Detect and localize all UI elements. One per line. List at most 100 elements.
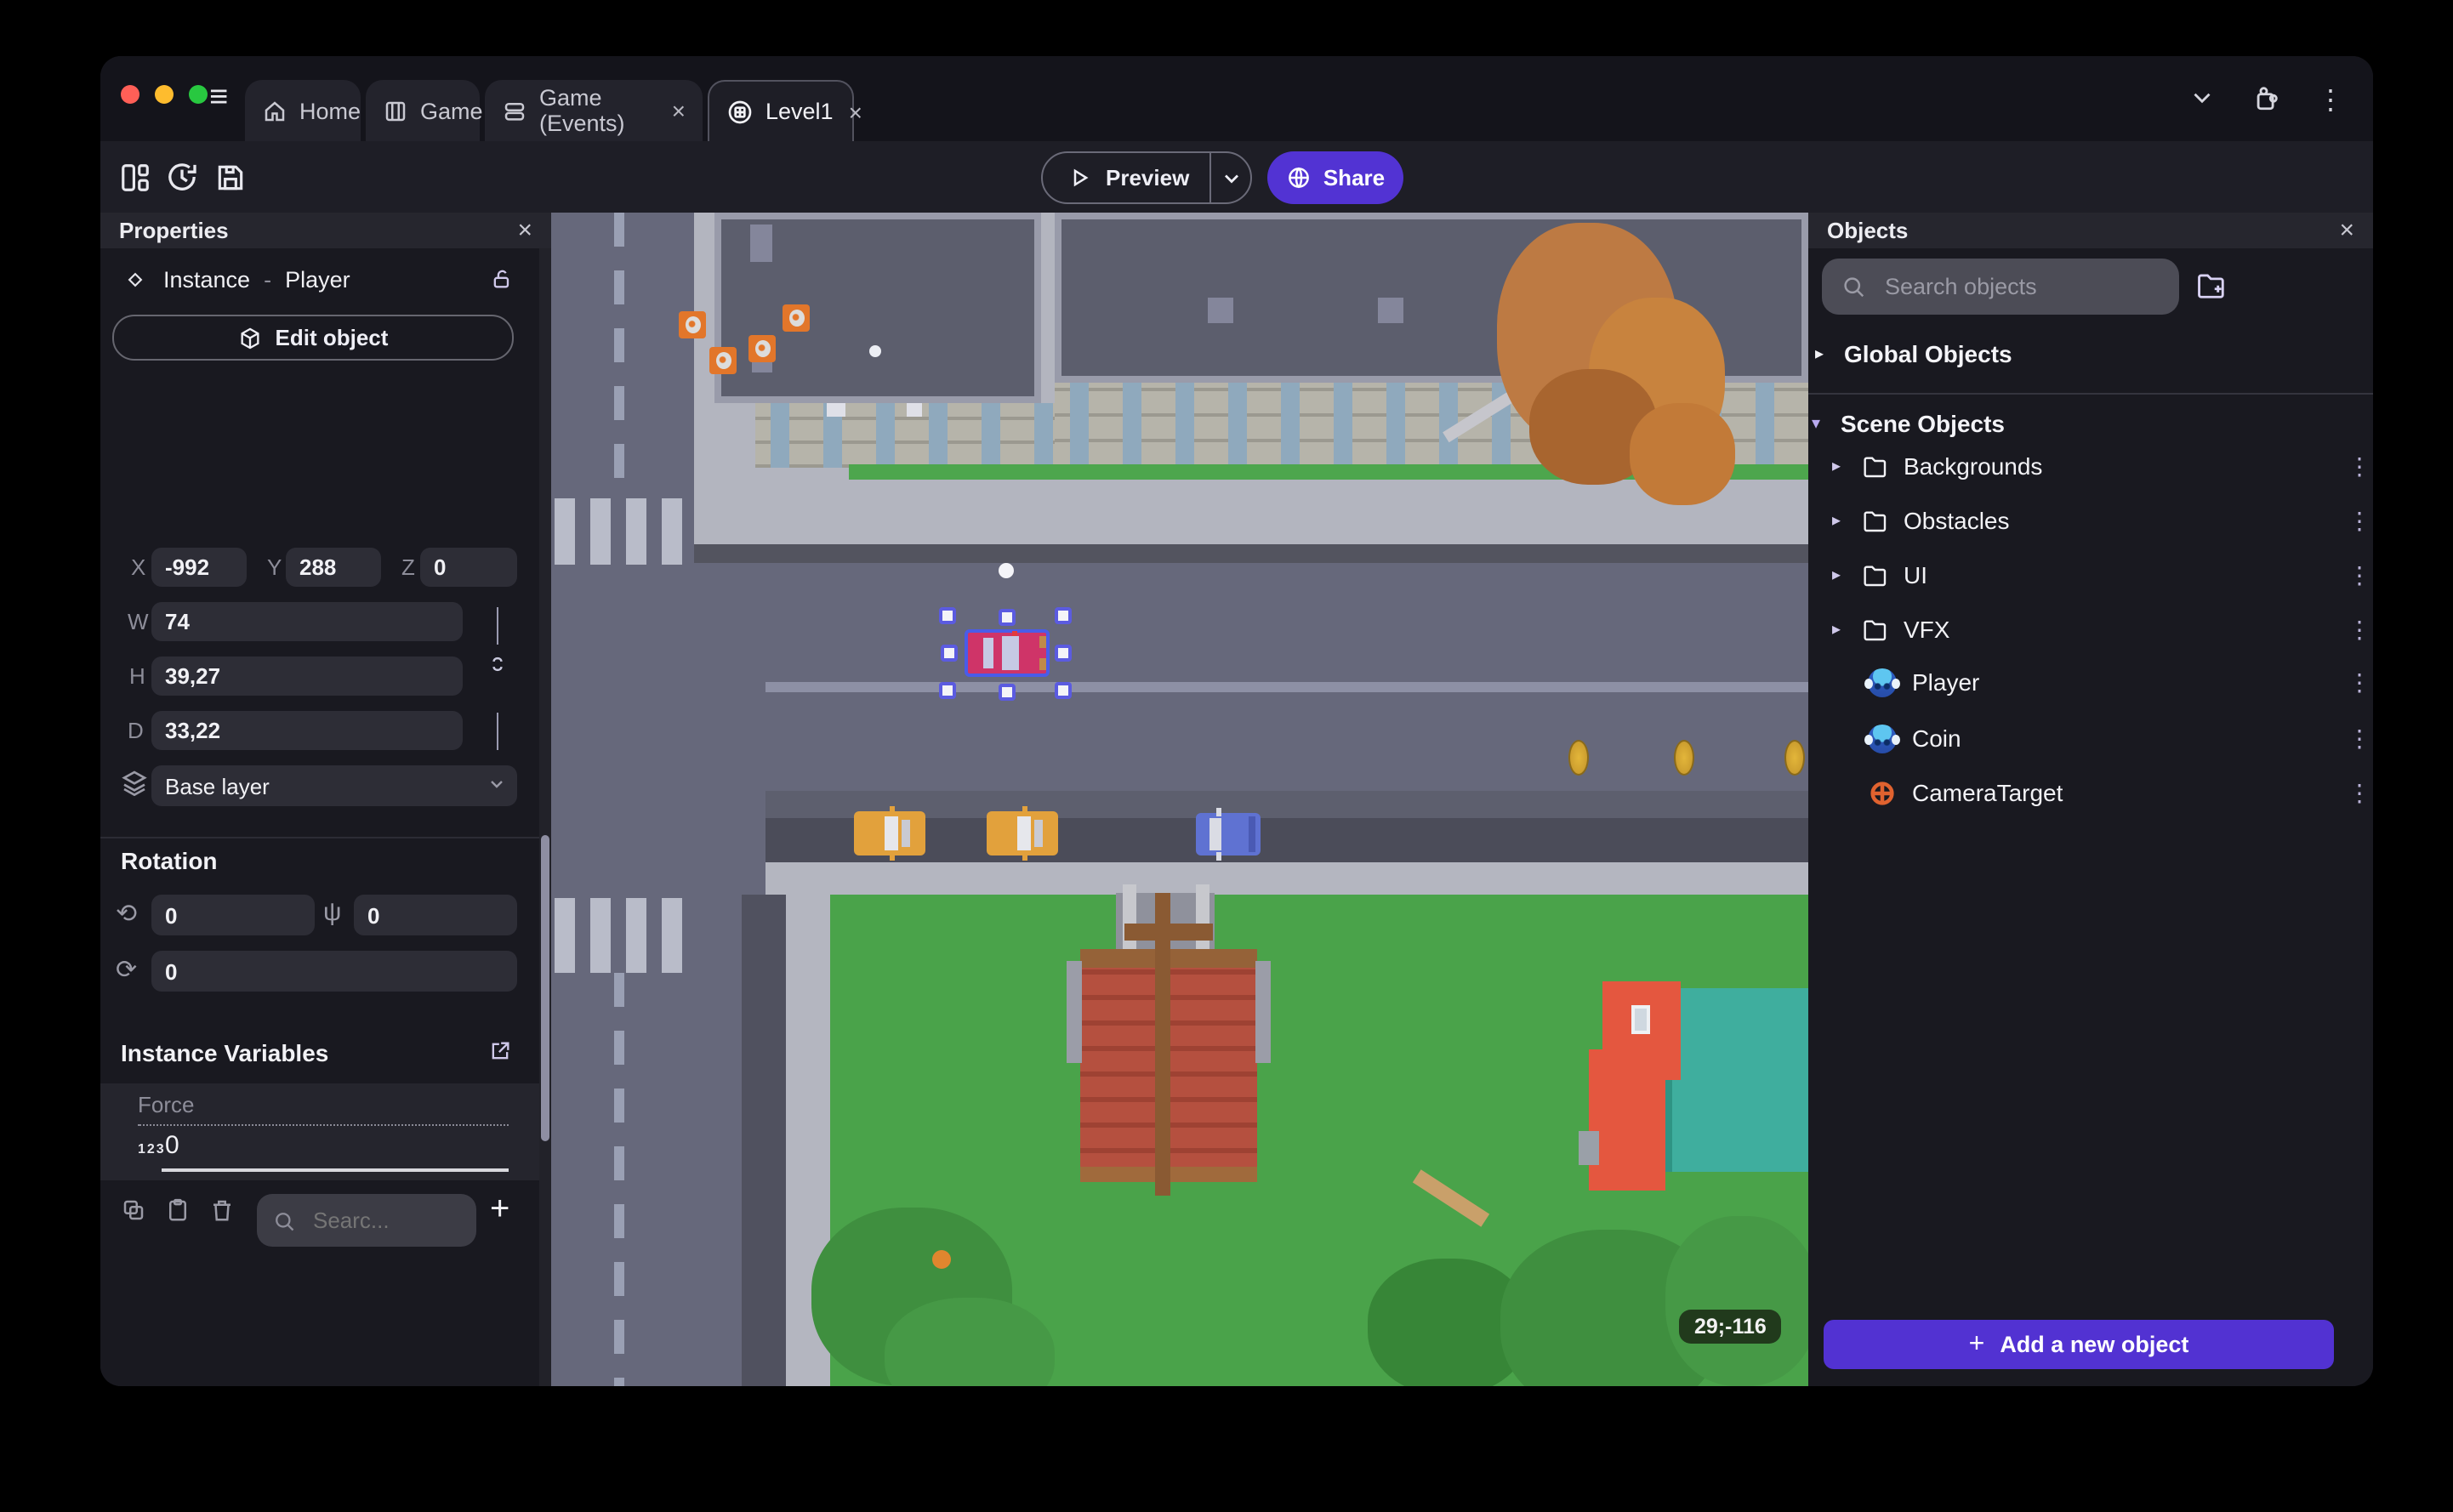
crate-obstacle[interactable] xyxy=(679,311,706,338)
add-new-object-button[interactable]: + Add a new object xyxy=(1824,1320,2334,1369)
green-tree[interactable] xyxy=(806,1199,1061,1386)
yellow-car[interactable] xyxy=(987,806,1058,861)
caret-right-icon[interactable]: ▸ xyxy=(1832,511,1846,530)
share-button[interactable]: Share xyxy=(1267,151,1403,204)
coin[interactable] xyxy=(1674,740,1694,776)
preview-options-chevron-icon[interactable] xyxy=(1211,166,1250,190)
tab-home[interactable]: Home xyxy=(245,80,361,141)
close-icon[interactable]: × xyxy=(517,216,532,245)
macos-minimize-light[interactable] xyxy=(155,85,174,104)
objects-search-input[interactable] xyxy=(1881,272,2143,301)
add-folder-icon[interactable] xyxy=(2194,269,2227,301)
resize-handle[interactable] xyxy=(1055,682,1072,699)
w-input[interactable] xyxy=(151,602,463,641)
caret-down-icon[interactable]: ▾ xyxy=(1812,414,1825,433)
project-manager-icon[interactable] xyxy=(116,158,153,196)
external-link-icon[interactable] xyxy=(488,1039,512,1063)
kebab-menu-icon[interactable]: ⋮ xyxy=(2348,560,2371,589)
rotate-handle[interactable] xyxy=(999,563,1014,578)
kebab-menu-icon[interactable]: ⋮ xyxy=(2317,83,2344,117)
edit-object-button[interactable]: Edit object xyxy=(112,315,514,361)
scene-editor-canvas[interactable]: 29;-116 xyxy=(551,213,1808,1386)
y-input[interactable] xyxy=(286,548,381,587)
variables-search-input[interactable] xyxy=(310,1206,452,1235)
chevron-down-icon[interactable] xyxy=(2188,83,2217,112)
macos-close-light[interactable] xyxy=(121,85,139,104)
lock-open-icon[interactable] xyxy=(490,267,514,291)
folder-row-obstacles[interactable]: ▸ Obstacles ⋮ xyxy=(1832,503,2371,537)
autumn-tree[interactable] xyxy=(1436,213,1742,519)
history-icon[interactable] xyxy=(163,158,201,196)
kebab-menu-icon[interactable]: ⋮ xyxy=(2348,724,2371,753)
properties-scrollbar[interactable] xyxy=(539,248,551,1386)
variable-value[interactable]: 0 xyxy=(165,1131,179,1160)
green-tree[interactable] xyxy=(1351,1165,1808,1386)
d-label: D xyxy=(128,718,144,743)
tab-close-icon[interactable]: × xyxy=(849,98,862,125)
blue-car[interactable] xyxy=(1196,808,1261,861)
crate-obstacle[interactable] xyxy=(783,304,810,332)
object-row-player[interactable]: Player ⋮ xyxy=(1864,665,2371,699)
global-objects-group[interactable]: ▸ Global Objects xyxy=(1815,337,2366,371)
house-building[interactable] xyxy=(1579,981,1808,1191)
tab-game-events[interactable]: Game (Events) × xyxy=(485,80,703,141)
coin[interactable] xyxy=(1568,740,1589,776)
extensions-puzzle-icon[interactable] xyxy=(2252,83,2281,112)
crate-obstacle[interactable] xyxy=(748,335,776,362)
preview-button[interactable]: Preview xyxy=(1041,151,1252,204)
objects-search[interactable] xyxy=(1822,259,2179,315)
resize-handle[interactable] xyxy=(941,645,958,662)
variable-row[interactable]: Force 123 0 xyxy=(100,1083,551,1180)
resize-handle[interactable] xyxy=(939,607,956,624)
folder-row-vfx[interactable]: ▸ VFX ⋮ xyxy=(1832,612,2371,646)
z-input[interactable] xyxy=(420,548,517,587)
kebab-menu-icon[interactable]: ⋮ xyxy=(2348,778,2371,807)
coin[interactable] xyxy=(1784,740,1805,776)
link-dimensions-icon[interactable] xyxy=(485,651,510,677)
copy-icon[interactable] xyxy=(121,1197,146,1223)
church-building[interactable] xyxy=(1067,884,1271,1204)
tab-game[interactable]: Game × xyxy=(366,80,512,141)
resize-handle[interactable] xyxy=(1055,607,1072,624)
caret-right-icon[interactable]: ▸ xyxy=(1832,620,1846,639)
tab-level1[interactable]: Level1 × xyxy=(708,80,862,141)
crate-obstacle[interactable] xyxy=(709,347,737,374)
rotation-y-input[interactable] xyxy=(354,895,517,935)
x-input[interactable] xyxy=(151,548,247,587)
add-variable-button[interactable]: + xyxy=(490,1191,509,1230)
layer-select[interactable]: Base layer xyxy=(151,765,517,806)
folder-row-backgrounds[interactable]: ▸ Backgrounds ⋮ xyxy=(1832,449,2371,483)
yellow-car[interactable] xyxy=(854,806,925,861)
building-roof[interactable] xyxy=(714,213,1041,403)
delete-variable-trash-icon[interactable] xyxy=(209,1197,235,1223)
variable-name[interactable]: Force xyxy=(138,1092,194,1117)
selected-player-car[interactable] xyxy=(965,629,1050,677)
caret-right-icon[interactable]: ▸ xyxy=(1815,344,1829,363)
close-icon[interactable]: × xyxy=(2339,216,2354,245)
paste-clipboard-icon[interactable] xyxy=(165,1197,191,1223)
tab-close-icon[interactable]: × xyxy=(672,97,686,124)
variables-search[interactable] xyxy=(257,1194,476,1247)
scrollbar-thumb[interactable] xyxy=(541,835,549,1141)
kebab-menu-icon[interactable]: ⋮ xyxy=(2348,452,2371,480)
resize-handle[interactable] xyxy=(1055,645,1072,662)
save-icon[interactable] xyxy=(211,158,248,196)
resize-handle[interactable] xyxy=(999,609,1016,626)
resize-handle[interactable] xyxy=(999,684,1016,701)
folder-row-ui[interactable]: ▸ UI ⋮ xyxy=(1832,558,2371,592)
resize-handle[interactable] xyxy=(939,682,956,699)
caret-right-icon[interactable]: ▸ xyxy=(1832,457,1846,475)
object-row-camera-target[interactable]: CameraTarget ⋮ xyxy=(1868,776,2371,810)
caret-right-icon[interactable]: ▸ xyxy=(1832,566,1846,584)
rotation-z-input[interactable] xyxy=(151,951,517,992)
macos-zoom-light[interactable] xyxy=(189,85,208,104)
d-input[interactable] xyxy=(151,711,463,750)
kebab-menu-icon[interactable]: ⋮ xyxy=(2348,668,2371,696)
object-row-coin[interactable]: Coin ⋮ xyxy=(1864,721,2371,755)
rotation-x-input[interactable] xyxy=(151,895,315,935)
h-input[interactable] xyxy=(151,657,463,696)
hamburger-menu-icon[interactable]: ≡ xyxy=(209,80,228,117)
scene-objects-group[interactable]: ▾ Scene Objects xyxy=(1812,406,2363,441)
kebab-menu-icon[interactable]: ⋮ xyxy=(2348,615,2371,644)
kebab-menu-icon[interactable]: ⋮ xyxy=(2348,506,2371,535)
